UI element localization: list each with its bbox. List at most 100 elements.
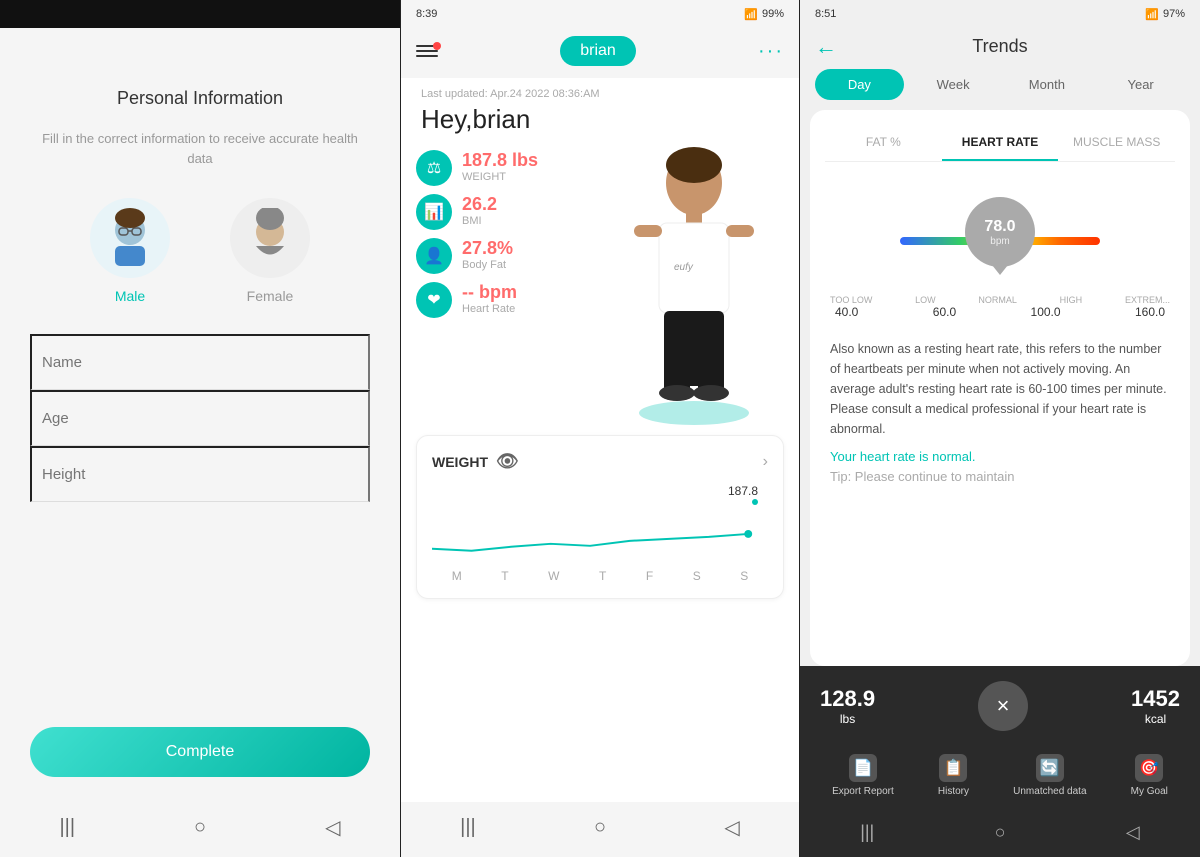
bmi-info: 26.2 BMI (462, 194, 497, 227)
export-report-icon: 📄 (849, 754, 877, 782)
nav-back-icon[interactable]: ◁ (325, 815, 340, 840)
menu-button[interactable] (416, 45, 438, 57)
num-60: 60.0 (933, 305, 956, 319)
menu-line-3 (416, 55, 438, 57)
status-time-3: 8:51 (815, 8, 836, 20)
bottom-weight-stat: 128.9 lbs (820, 686, 875, 726)
bottom-calories-stat: 1452 kcal (1131, 686, 1180, 726)
dashboard-panel: 8:39 📶 99% brian ··· Last updated: Apr.2… (400, 0, 800, 857)
status-bar-2: 8:39 📶 99% (401, 0, 799, 28)
unmatched-data-label: Unmatched data (1013, 786, 1086, 797)
nav-back-icon-2[interactable]: ◁ (724, 815, 739, 840)
bottom-weight-unit: lbs (840, 712, 855, 726)
status-icons-3: 📶 97% (1145, 8, 1185, 21)
description-text: Also known as a resting heart rate, this… (825, 339, 1175, 439)
female-avatar (230, 198, 310, 278)
bodyfat-label: Body Fat (462, 259, 513, 271)
heartrate-icon: ❤ (416, 282, 452, 318)
weight-section-title: WEIGHT 👁 (432, 451, 519, 472)
main-card: FAT % HEART RATE MUSCLE MASS 78.0 bpm TO… (810, 110, 1190, 666)
bodyfat-value: 27.8% (462, 238, 513, 259)
export-report-label: Export Report (832, 786, 894, 797)
tab-muscle-mass[interactable]: MUSCLE MASS (1058, 125, 1175, 161)
weight-stat: ⚖ 187.8 lbs WEIGHT (416, 150, 604, 186)
back-button[interactable]: ← (815, 34, 837, 60)
nav-home-icon-3[interactable]: ○ (995, 822, 1006, 843)
nav-history[interactable]: 📋 History (938, 754, 969, 797)
header-3: ← Trends (800, 28, 1200, 69)
bottom-stats: 128.9 lbs × 1452 kcal (800, 666, 1200, 746)
main-content-2: Last updated: Apr.24 2022 08:36:AM Hey,b… (401, 78, 799, 802)
nav-export-report[interactable]: 📄 Export Report (832, 754, 894, 797)
gender-selector: Male Female (90, 198, 310, 304)
panel3-nav-bar: ||| ○ ◁ (800, 812, 1200, 857)
nav-menu-icon-2[interactable]: ||| (460, 816, 476, 839)
bottom-weight-value: 128.9 (820, 686, 875, 712)
chart-dot (752, 499, 758, 505)
heartrate-stat: ❤ -- bpm Heart Rate (416, 282, 604, 318)
bodyfat-stat: 👤 27.8% Body Fat (416, 238, 604, 274)
weight-value: 187.8 lbs (462, 150, 538, 171)
name-input[interactable] (30, 334, 370, 390)
label-low: LOW (915, 295, 936, 305)
metric-tabs: FAT % HEART RATE MUSCLE MASS (825, 125, 1175, 162)
age-input[interactable] (30, 390, 370, 446)
nav-my-goal[interactable]: 🎯 My Goal (1131, 754, 1168, 797)
bodyfat-icon: 👤 (416, 238, 452, 274)
nav-back-icon-3[interactable]: ◁ (1126, 822, 1140, 843)
num-100: 100.0 (1031, 305, 1061, 319)
weight-chart-svg (432, 499, 768, 559)
bmi-value: 26.2 (462, 194, 497, 215)
header-2: brian ··· (401, 28, 799, 78)
close-button[interactable]: × (978, 681, 1028, 731)
height-input[interactable] (30, 446, 370, 502)
weight-chevron-icon[interactable]: › (763, 453, 768, 471)
tab-year[interactable]: Year (1096, 69, 1185, 100)
greeting-text: Hey,brian (401, 100, 799, 145)
wifi-icon: 📶 (1145, 8, 1159, 21)
heartrate-info: -- bpm Heart Rate (462, 282, 517, 315)
weight-chart: 187.8 (432, 484, 768, 564)
eye-icon[interactable]: 👁 (496, 451, 519, 472)
gauge-container: 78.0 bpm (900, 197, 1100, 277)
male-label: Male (115, 288, 145, 304)
gauge-value: 78.0 (984, 218, 1015, 236)
weight-icon: ⚖ (416, 150, 452, 186)
stats-list: ⚖ 187.8 lbs WEIGHT 📊 26.2 BMI 👤 (416, 145, 604, 425)
bottom-nav-3: 📄 Export Report 📋 History 🔄 Unmatched da… (800, 746, 1200, 812)
female-option[interactable]: Female (230, 198, 310, 304)
nav-menu-icon-3[interactable]: ||| (860, 822, 874, 843)
tab-month[interactable]: Month (1003, 69, 1092, 100)
form-fields (0, 334, 400, 502)
num-160: 160.0 (1135, 305, 1165, 319)
nav-home-icon-2[interactable]: ○ (594, 816, 606, 839)
tab-heart-rate[interactable]: HEART RATE (942, 125, 1059, 161)
label-extreme: EXTREM... (1125, 295, 1170, 305)
battery-icon-3: 97% (1163, 8, 1185, 20)
male-option[interactable]: Male (90, 198, 170, 304)
personal-info-panel: Personal Information Fill in the correct… (0, 0, 400, 857)
weight-info: 187.8 lbs WEIGHT (462, 150, 538, 183)
weight-label: WEIGHT (462, 171, 538, 183)
nav-home-icon[interactable]: ○ (194, 816, 206, 839)
gauge-bubble: 78.0 bpm (965, 197, 1035, 267)
weight-header: WEIGHT 👁 › (432, 451, 768, 472)
label-normal: NORMAL (978, 295, 1017, 305)
tab-day[interactable]: Day (815, 69, 904, 100)
tab-week[interactable]: Week (909, 69, 998, 100)
signal-icon: 📶 (744, 8, 758, 21)
tab-fat[interactable]: FAT % (825, 125, 942, 161)
nav-unmatched-data[interactable]: 🔄 Unmatched data (1013, 754, 1086, 797)
nav-menu-icon[interactable]: ||| (59, 816, 75, 839)
heartrate-label: Heart Rate (462, 303, 517, 315)
avatar-area: eufy (604, 145, 784, 425)
panel2-nav-bar: ||| ○ ◁ (401, 802, 799, 857)
complete-button[interactable]: Complete (30, 727, 370, 777)
normal-text: Your heart rate is normal. (825, 449, 1175, 464)
bodyfat-info: 27.8% Body Fat (462, 238, 513, 271)
more-options-button[interactable]: ··· (758, 40, 784, 63)
my-goal-label: My Goal (1131, 786, 1168, 797)
trends-title: Trends (972, 36, 1027, 57)
user-badge[interactable]: brian (560, 36, 636, 66)
my-goal-icon: 🎯 (1135, 754, 1163, 782)
